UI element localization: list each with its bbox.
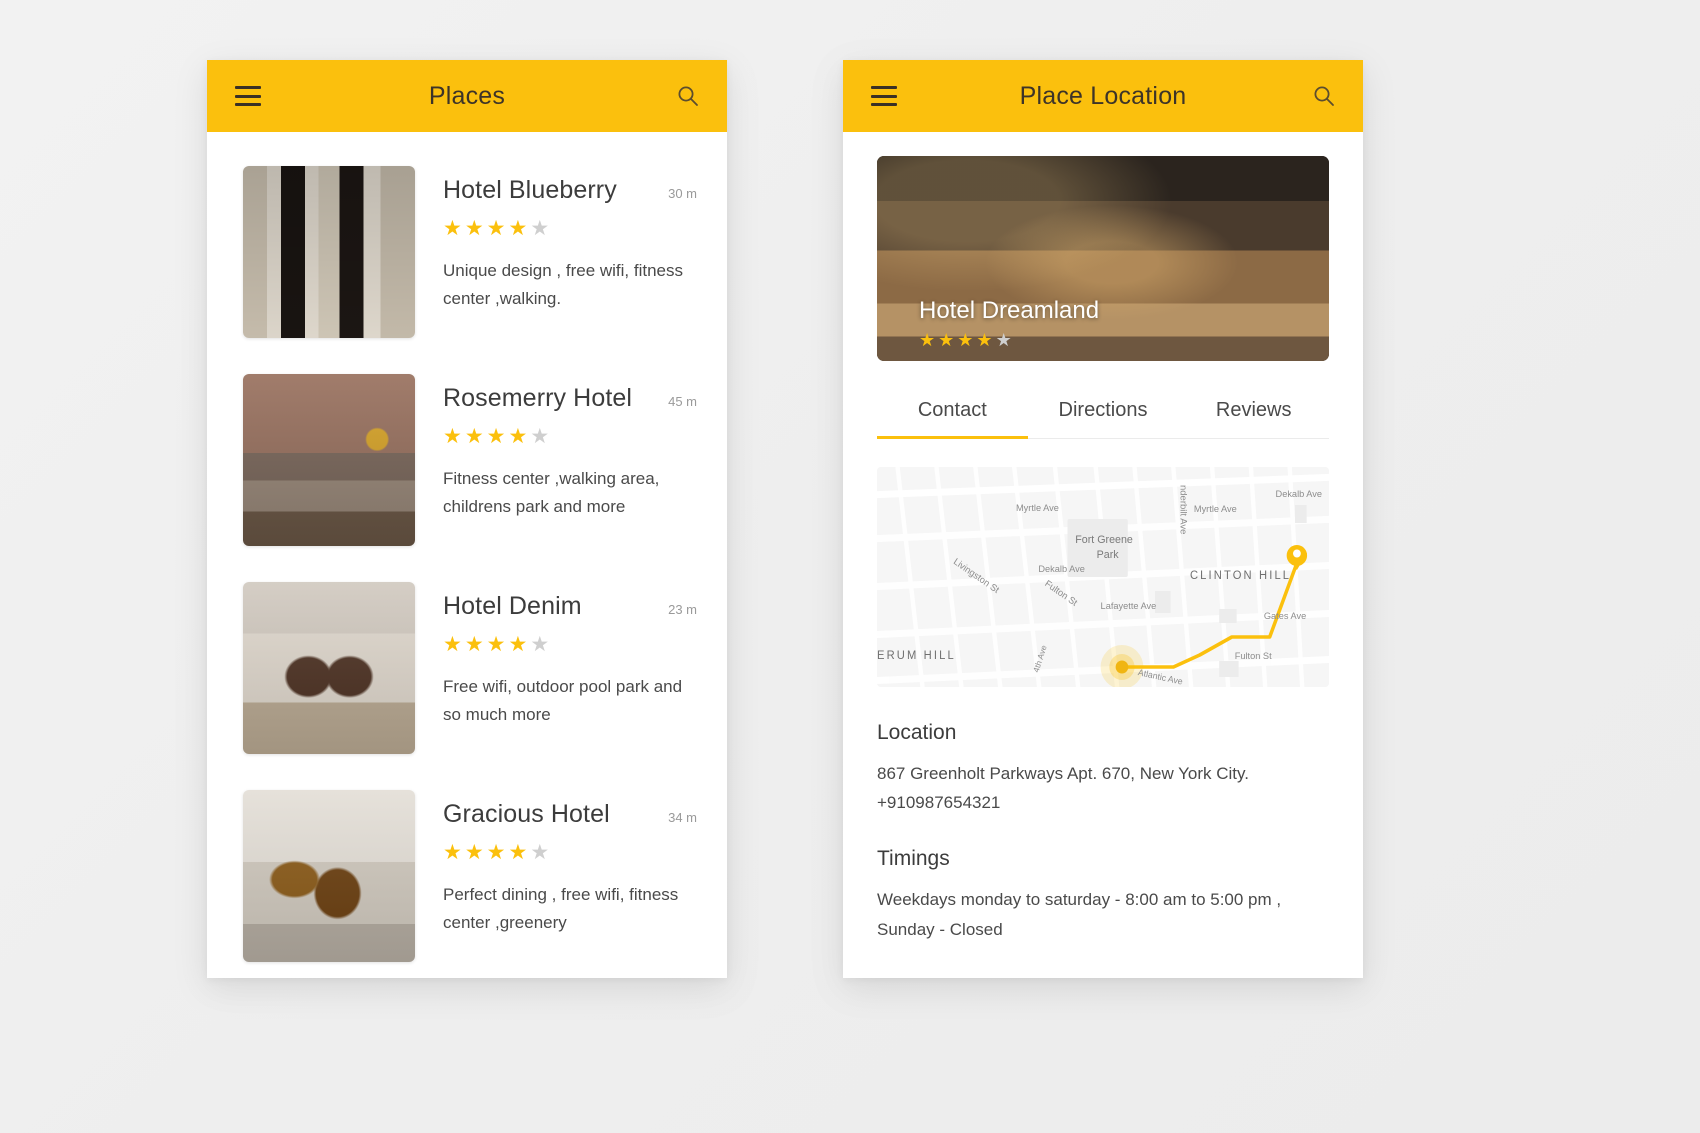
places-list: Hotel Blueberry 30 m ★★★★★ Unique design…: [207, 132, 727, 978]
place-description: Perfect dining , free wifi, fitness cent…: [443, 885, 679, 932]
rating-stars: ★★★★★: [443, 425, 553, 448]
hero-rating-stars: ★★★★★: [919, 330, 1015, 350]
list-item[interactable]: Gracious Hotel 34 m ★★★★★ Perfect dining…: [207, 772, 727, 978]
contact-info: Location 867 Greenholt Parkways Apt. 670…: [877, 687, 1329, 944]
place-details: Gracious Hotel 34 m ★★★★★ Perfect dining…: [443, 790, 697, 936]
page-title: Places: [428, 81, 506, 110]
place-thumbnail: [243, 582, 415, 754]
rating-stars: ★★★★★: [443, 217, 553, 240]
svg-text:Myrtle Ave: Myrtle Ave: [1194, 504, 1237, 514]
page-title: Place Location: [1019, 81, 1187, 110]
place-distance: 30 m: [668, 186, 697, 201]
place-distance: 45 m: [668, 394, 697, 409]
svg-text:nderbilt Ave: nderbilt Ave: [1178, 485, 1188, 534]
svg-text:Fort Greene: Fort Greene: [1075, 534, 1133, 546]
svg-text:Lafayette Ave: Lafayette Ave: [1101, 601, 1157, 611]
address-text: 867 Greenholt Parkways Apt. 670, New Yor…: [877, 764, 1249, 783]
svg-text:Fulton St: Fulton St: [1235, 651, 1272, 661]
place-distance: 34 m: [668, 810, 697, 825]
detail-appbar: Place Location: [843, 60, 1363, 132]
svg-text:Dekalb Ave: Dekalb Ave: [1276, 489, 1323, 499]
tab-reviews[interactable]: Reviews: [1178, 387, 1329, 438]
place-description: Unique design , free wifi, fitness cente…: [443, 261, 684, 308]
phone-text: +910987654321: [877, 793, 1001, 813]
svg-text:Park: Park: [1097, 549, 1120, 561]
svg-text:Dekalb Ave: Dekalb Ave: [1038, 564, 1085, 574]
detail-body: Hotel Dreamland ★★★★★ Contact Directions…: [843, 132, 1363, 944]
place-location-screen: Place Location Hotel Dreamland ★★★★★ Con…: [843, 60, 1363, 978]
origin-dot: [1115, 660, 1129, 674]
hamburger-icon[interactable]: [235, 86, 261, 106]
timings-heading: Timings: [877, 847, 950, 871]
tab-directions[interactable]: Directions: [1028, 387, 1179, 438]
rating-stars: ★★★★★: [443, 841, 553, 864]
list-item[interactable]: Hotel Blueberry 30 m ★★★★★ Unique design…: [207, 148, 727, 356]
location-heading: Location: [877, 721, 957, 744]
place-name: Hotel Blueberry: [443, 176, 617, 204]
place-name: Hotel Denim: [443, 592, 582, 620]
hero-title: Hotel Dreamland: [919, 297, 1100, 324]
list-item[interactable]: Hotel Denim 23 m ★★★★★ Free wifi, outdoo…: [207, 564, 727, 772]
place-description: Free wifi, outdoor pool park and so much…: [443, 677, 683, 724]
detail-tabs: Contact Directions Reviews: [877, 387, 1329, 439]
svg-text:Gates Ave: Gates Ave: [1264, 611, 1306, 621]
place-details: Hotel Denim 23 m ★★★★★ Free wifi, outdoo…: [443, 582, 697, 728]
list-item[interactable]: Rosemerry Hotel 45 m ★★★★★ Fitness cente…: [207, 356, 727, 564]
app-canvas: Places Hotel Blueberry 30 m ★★★★★ Unique…: [0, 0, 1700, 1133]
place-distance: 23 m: [668, 602, 697, 617]
place-name: Rosemerry Hotel: [443, 384, 633, 412]
search-icon[interactable]: [677, 85, 699, 107]
hamburger-icon[interactable]: [871, 86, 897, 106]
hero-image: Hotel Dreamland ★★★★★: [877, 156, 1329, 361]
rating-stars: ★★★★★: [443, 633, 553, 656]
place-thumbnail: [243, 166, 415, 338]
route-map[interactable]: Myrtle Ave Fort Greene Park Myrtle Ave D…: [877, 467, 1329, 687]
place-name: Gracious Hotel: [443, 800, 610, 828]
place-description: Fitness center ,walking area, childrens …: [443, 469, 660, 516]
search-icon[interactable]: [1313, 85, 1335, 107]
place-details: Hotel Blueberry 30 m ★★★★★ Unique design…: [443, 166, 697, 312]
places-appbar: Places: [207, 60, 727, 132]
place-details: Rosemerry Hotel 45 m ★★★★★ Fitness cente…: [443, 374, 697, 520]
places-screen: Places Hotel Blueberry 30 m ★★★★★ Unique…: [207, 60, 727, 978]
svg-text:CLINTON HILL: CLINTON HILL: [1190, 570, 1291, 582]
place-thumbnail: [243, 374, 415, 546]
tab-contact[interactable]: Contact: [877, 387, 1028, 439]
timings-text: Weekdays monday to saturday - 8:00 am to…: [877, 890, 1282, 939]
svg-text:Myrtle Ave: Myrtle Ave: [1016, 503, 1059, 513]
svg-text:ERUM HILL: ERUM HILL: [877, 650, 956, 662]
place-thumbnail: [243, 790, 415, 962]
